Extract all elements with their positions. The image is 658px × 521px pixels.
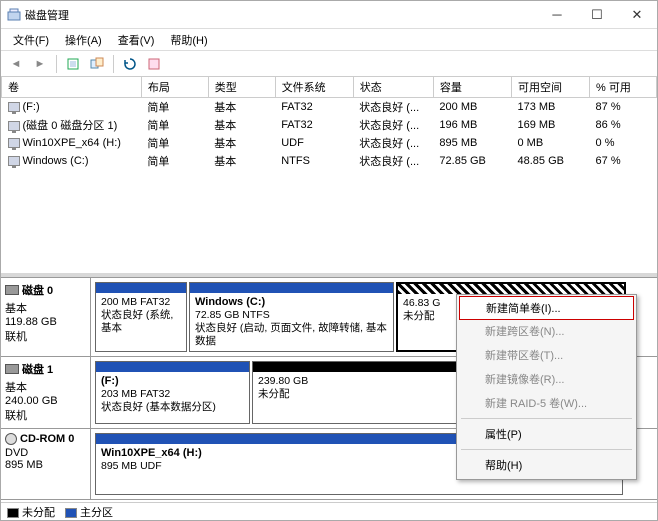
ctx-item[interactable]: 属性(P) [457, 422, 636, 446]
disk-icon [5, 285, 19, 295]
col-header[interactable]: 卷 [2, 77, 142, 98]
table-row[interactable]: Windows (C:)简单基本NTFS状态良好 (...72.85 GB48.… [2, 152, 657, 170]
cd-icon [5, 433, 17, 445]
col-header[interactable]: 容量 [433, 77, 511, 98]
legend-item: 未分配 [7, 504, 55, 520]
ctx-item: 新建跨区卷(N)... [457, 319, 636, 343]
toolbar-btn-1[interactable] [62, 54, 84, 74]
titlebar: 磁盘管理 ─ ☐ ✕ [1, 1, 657, 29]
col-header[interactable]: 类型 [208, 77, 275, 98]
ctx-item[interactable]: 新建简单卷(I)... [459, 296, 634, 320]
col-header[interactable]: 文件系统 [275, 77, 353, 98]
col-header[interactable]: 布局 [141, 77, 208, 98]
ctx-item: 新建 RAID-5 卷(W)... [457, 391, 636, 415]
disk-icon [5, 364, 19, 374]
col-header[interactable]: 状态 [353, 77, 433, 98]
menu-3[interactable]: 帮助(H) [162, 30, 215, 50]
disk-info[interactable]: 磁盘 0基本119.88 GB联机 [1, 278, 91, 356]
table-row[interactable]: Win10XPE_x64 (H:)简单基本UDF状态良好 (...895 MB0… [2, 134, 657, 152]
partition[interactable]: 200 MB FAT32状态良好 (系统, 基本 [95, 282, 187, 352]
minimize-button[interactable]: ─ [537, 1, 577, 28]
maximize-button[interactable]: ☐ [577, 1, 617, 28]
refresh-button[interactable] [119, 54, 141, 74]
menu-0[interactable]: 文件(F) [5, 30, 57, 50]
volume-list[interactable]: 卷布局类型文件系统状态容量可用空间% 可用 (F:)简单基本FAT32状态良好 … [1, 77, 657, 277]
legend: 未分配主分区 [1, 502, 657, 520]
ctx-item: 新建带区卷(T)... [457, 343, 636, 367]
menu-2[interactable]: 查看(V) [110, 30, 163, 50]
toolbar: ◄ ► [1, 51, 657, 77]
toolbar-btn-4[interactable] [143, 54, 165, 74]
disk-info[interactable]: CD-ROM 0DVD895 MB [1, 429, 91, 499]
disk-mgmt-window: 磁盘管理 ─ ☐ ✕ 文件(F)操作(A)查看(V)帮助(H) ◄ ► 卷布局类… [0, 0, 658, 521]
disk-info[interactable]: 磁盘 1基本240.00 GB联机 [1, 357, 91, 428]
ctx-item[interactable]: 帮助(H) [457, 453, 636, 477]
col-header[interactable]: 可用空间 [511, 77, 589, 98]
forward-button: ► [29, 54, 51, 74]
ctx-item: 新建镜像卷(R)... [457, 367, 636, 391]
window-title: 磁盘管理 [25, 7, 537, 23]
col-header[interactable]: % 可用 [590, 77, 657, 98]
menu-1[interactable]: 操作(A) [57, 30, 110, 50]
back-button: ◄ [5, 54, 27, 74]
partition[interactable]: Windows (C:)72.85 GB NTFS状态良好 (启动, 页面文件,… [189, 282, 394, 352]
table-row[interactable]: (F:)简单基本FAT32状态良好 (...200 MB173 MB87 % [2, 98, 657, 117]
context-menu[interactable]: 新建简单卷(I)...新建跨区卷(N)...新建带区卷(T)...新建镜像卷(R… [456, 294, 637, 480]
partition[interactable]: (F:)203 MB FAT32状态良好 (基本数据分区) [95, 361, 250, 424]
table-row[interactable]: (磁盘 0 磁盘分区 1)简单基本FAT32状态良好 (...196 MB169… [2, 116, 657, 134]
legend-item: 主分区 [65, 504, 113, 520]
toolbar-btn-2[interactable] [86, 54, 108, 74]
app-icon [7, 8, 21, 22]
disk-graphic-pane: 磁盘 0基本119.88 GB联机200 MB FAT32状态良好 (系统, 基… [1, 277, 657, 502]
close-button[interactable]: ✕ [617, 1, 657, 28]
menubar: 文件(F)操作(A)查看(V)帮助(H) [1, 29, 657, 51]
